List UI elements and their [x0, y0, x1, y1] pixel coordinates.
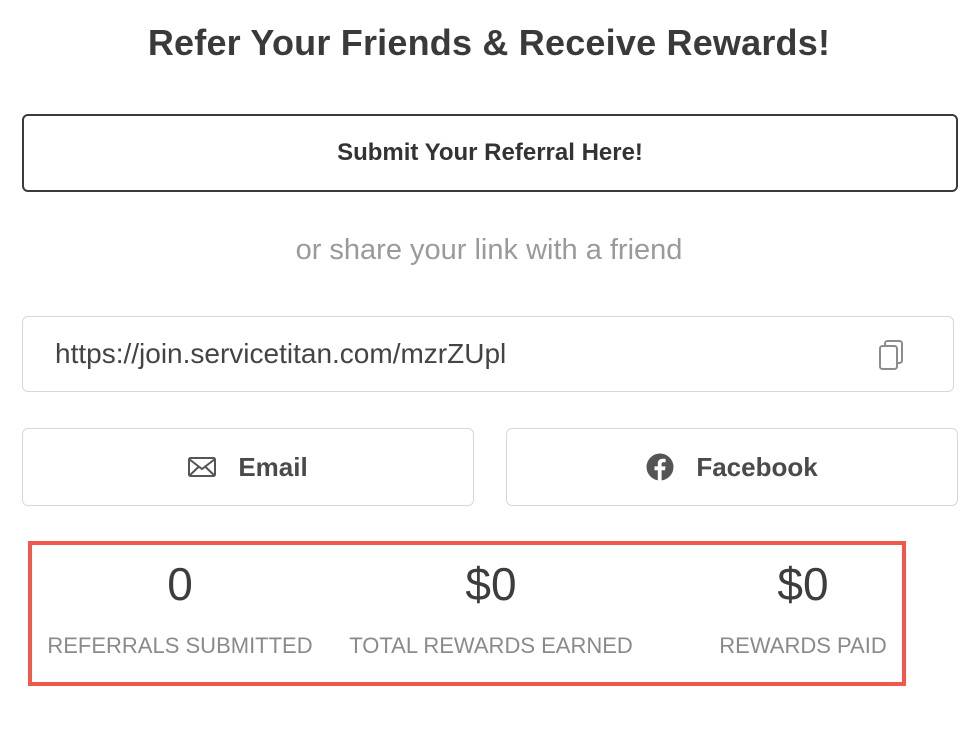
referral-link-input[interactable]	[55, 317, 855, 391]
facebook-icon	[646, 453, 674, 481]
stat-value: $0	[465, 558, 517, 610]
submit-referral-button[interactable]: Submit Your Referral Here!	[22, 114, 958, 192]
share-prompt: or share your link with a friend	[295, 234, 683, 266]
referral-link-field[interactable]	[22, 316, 954, 392]
email-share-button[interactable]: Email	[22, 428, 474, 506]
stat-label: REFERRALS SUBMITTED	[47, 633, 313, 658]
facebook-share-label: Facebook	[696, 451, 818, 482]
email-share-label: Email	[238, 451, 308, 482]
facebook-share-button[interactable]: Facebook	[506, 428, 958, 506]
stat-total-rewards-earned: $0 TOTAL REWARDS EARNED	[334, 545, 648, 682]
stat-value: $0	[777, 558, 829, 610]
stat-label: TOTAL REWARDS EARNED	[349, 633, 633, 658]
stat-rewards-paid: $0 REWARDS PAID	[708, 545, 898, 682]
envelope-icon	[188, 457, 217, 477]
copy-icon[interactable]	[877, 339, 905, 371]
stat-value: 0	[167, 558, 193, 610]
referral-stats-panel: 0 REFERRALS SUBMITTED $0 TOTAL REWARDS E…	[28, 541, 906, 686]
stat-referrals-submitted: 0 REFERRALS SUBMITTED	[38, 545, 322, 682]
stat-label: REWARDS PAID	[719, 633, 887, 658]
page-title: Refer Your Friends & Receive Rewards!	[147, 22, 831, 63]
